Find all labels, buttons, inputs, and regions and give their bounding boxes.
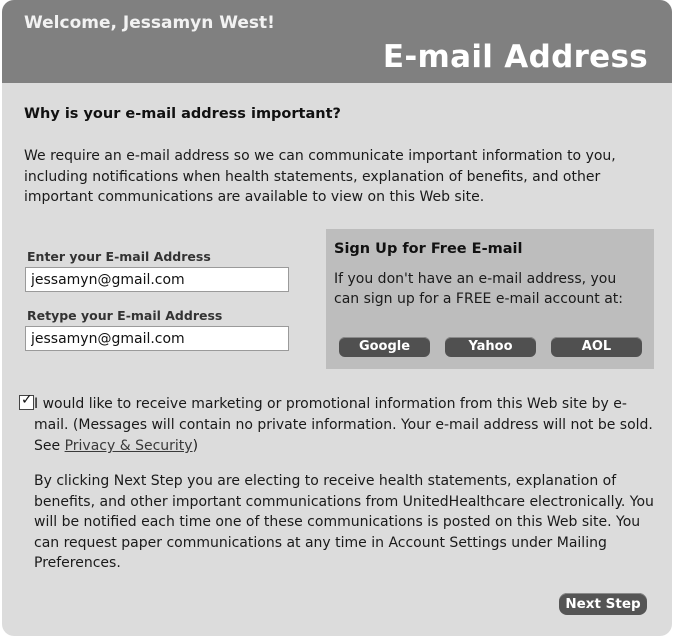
marketing-optin-text: I would like to receive marketing or pro… [34,394,659,457]
optin-text-after: ) [192,438,199,454]
email-field[interactable] [25,267,289,292]
next-step-button[interactable]: Next Step [559,593,647,615]
section-heading: Why is your e-mail address important? [24,106,341,122]
signup-title: Sign Up for Free E-mail [334,241,523,257]
google-button[interactable]: Google [339,337,430,357]
retype-email-field-label: Retype your E-mail Address [27,308,223,323]
checkmark-icon: ✓ [21,392,33,408]
welcome-message: Welcome, Jessamyn West! [24,13,275,33]
yahoo-button[interactable]: Yahoo [445,337,536,357]
electronic-communications-disclaimer: By clicking Next Step you are electing t… [34,473,654,571]
intro-text: We require an e-mail address so we can c… [24,148,616,205]
retype-email-field[interactable] [25,326,289,351]
email-address-panel: Welcome, Jessamyn West! E-mail Address W… [2,0,672,636]
signup-text: If you don't have an e-mail address, you… [334,271,623,307]
marketing-optin-checkbox[interactable]: ✓ [19,392,34,410]
aol-button[interactable]: AOL [551,337,642,357]
page-header: Welcome, Jessamyn West! E-mail Address [2,0,672,83]
free-email-signup-box: Sign Up for Free E-mail If you don't hav… [326,229,654,369]
page-title: E-mail Address [382,39,648,75]
privacy-security-link[interactable]: Privacy & Security [65,438,193,454]
email-field-label: Enter your E-mail Address [27,249,211,264]
